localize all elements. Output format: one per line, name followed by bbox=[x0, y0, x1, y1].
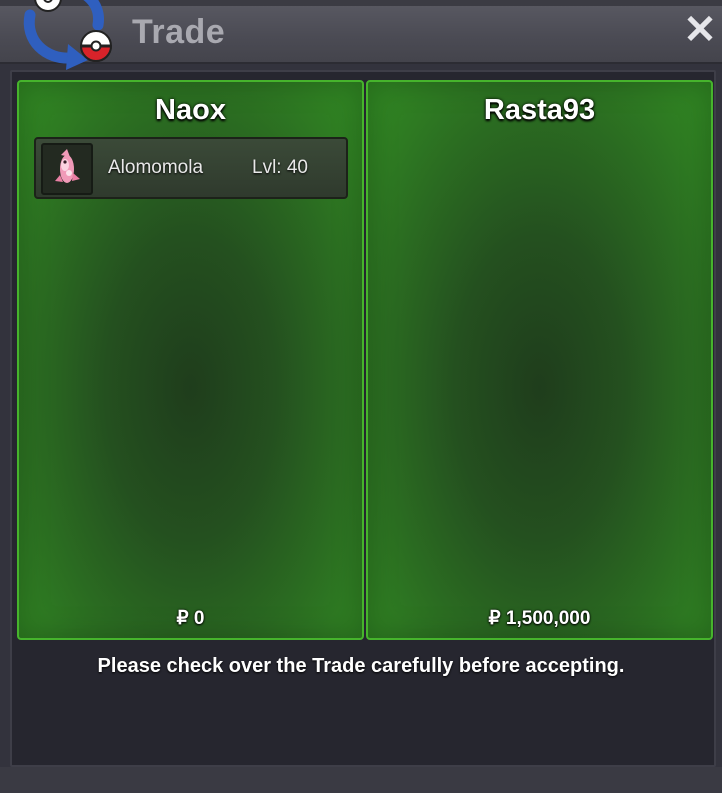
pokemon-icon-frame bbox=[41, 143, 93, 195]
trader-panel-rasta93: Rasta93 ₽ 1,500,000 bbox=[366, 80, 713, 640]
trader-money-offer: ₽ 0 bbox=[176, 608, 205, 629]
trader-name: Naox bbox=[155, 94, 226, 126]
pokemon-name: Alomomola bbox=[108, 157, 204, 178]
trade-pokemon-slot[interactable]: Alomomola Lvl: 40 bbox=[34, 137, 348, 199]
trader-money-offer: ₽ 1,500,000 bbox=[488, 608, 591, 629]
trader-name: Rasta93 bbox=[483, 94, 596, 126]
pokemon-level: Lvl: 40 bbox=[252, 157, 308, 178]
close-button[interactable]: ✕ bbox=[682, 10, 718, 50]
window-bottom-edge bbox=[0, 767, 722, 793]
trade-notice-text: Please check over the Trade carefully be… bbox=[97, 655, 625, 677]
window-title: Trade bbox=[132, 13, 226, 51]
close-icon: ✕ bbox=[683, 8, 717, 52]
trader-panel-naox: Naox Alomomola Lvl: 40 ₽ 0 bbox=[17, 80, 364, 640]
trade-window: Trade ✕ Naox Alomomola Lvl: 40 ₽ 0 Rasta… bbox=[0, 0, 722, 793]
alomomola-sprite-icon bbox=[55, 149, 80, 183]
trade-logo-icon bbox=[23, 0, 113, 70]
